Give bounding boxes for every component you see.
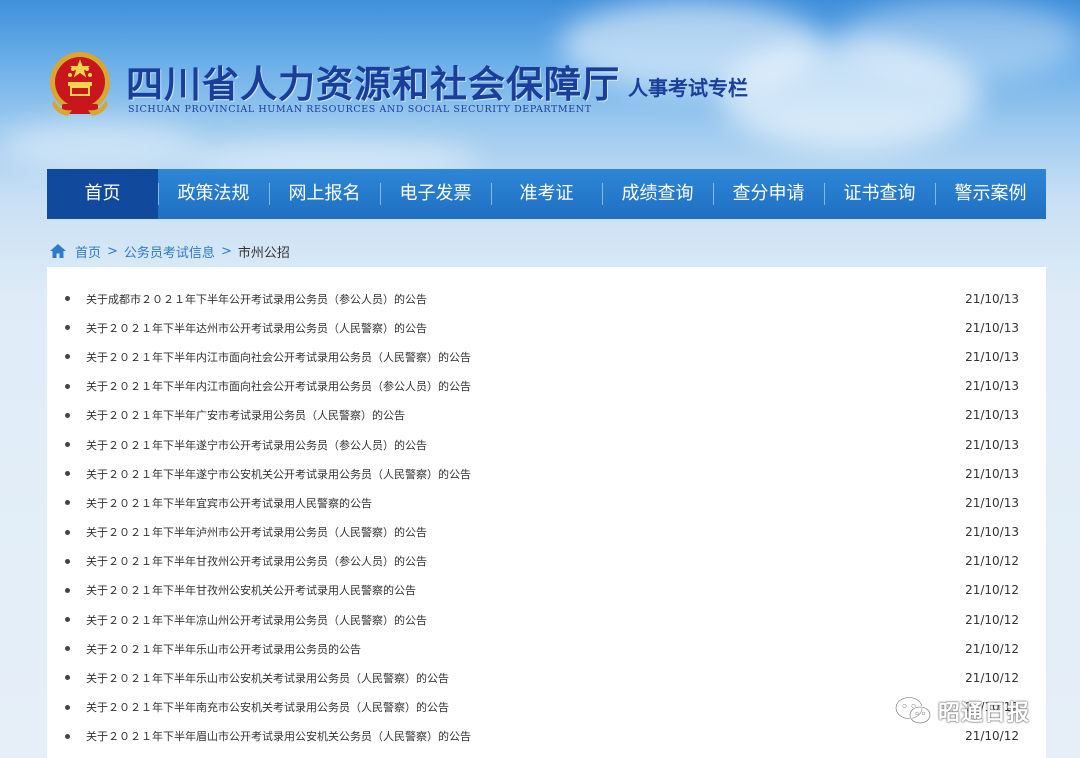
list-item: 关于２０２１年下半年乐山市公安机关考试录用公务员（人民警察）的公告 21/10/1…	[47, 663, 1046, 692]
announcement-date: 21/10/13	[965, 525, 1019, 540]
nav-item-score-review[interactable]: 查分申请	[713, 169, 824, 219]
announcement-panel: 关于成都市２０２１年下半年公开考试录用公务员（参公人员）的公告 21/10/13 …	[47, 267, 1046, 758]
announcement-date: 21/10/13	[965, 349, 1019, 364]
breadcrumb: 首页 > 公务员考试信息 > 市州公招	[50, 240, 290, 262]
bullet-icon	[65, 558, 70, 564]
announcement-link[interactable]: 关于２０２１年下半年甘孜州公安机关公开考试录用人民警察的公告	[86, 582, 416, 598]
nav-item-certificate-query[interactable]: 证书查询	[824, 169, 935, 219]
bullet-icon	[65, 675, 70, 681]
main-nav: 首页 政策法规 网上报名 电子发票 准考证 成绩查询 查分申请 证书查询 警示案…	[47, 169, 1046, 219]
watermark: 昭通日报	[894, 694, 1030, 728]
bullet-icon	[65, 296, 70, 301]
nav-item-warning-cases[interactable]: 警示案例	[935, 169, 1046, 219]
announcement-link[interactable]: 关于２０２１年下半年泸州市公开考试录用公务员（人民警察）的公告	[86, 524, 427, 540]
announcement-date: 21/10/12	[965, 641, 1019, 656]
bullet-icon	[65, 646, 70, 652]
sky-cloud	[0, 120, 200, 170]
announcement-link[interactable]: 关于２０２１年下半年凉山州公开考试录用公务员（人民警察）的公告	[86, 612, 427, 628]
nav-item-admission-ticket[interactable]: 准考证	[491, 169, 602, 219]
announcement-date: 21/10/12	[965, 612, 1019, 627]
announcement-link[interactable]: 关于２０２１年下半年遂宁市公开考试录用公务员（参公人员）的公告	[86, 437, 427, 453]
announcement-link[interactable]: 关于２０２１年下半年遂宁市公安机关公开考试录用公务员（人民警察）的公告	[86, 466, 471, 482]
section-title: 人事考试专栏	[628, 76, 748, 100]
announcement-date: 21/10/13	[965, 466, 1019, 481]
sky-cloud	[840, 0, 1080, 80]
bullet-icon	[65, 704, 70, 710]
announcement-date: 21/10/13	[965, 291, 1019, 306]
nav-item-score-query[interactable]: 成绩查询	[602, 169, 713, 219]
announcement-link[interactable]: 关于成都市２０２１年下半年公开考试录用公务员（参公人员）的公告	[86, 291, 427, 307]
list-item: 关于２０２１年下半年遂宁市公开考试录用公务员（参公人员）的公告 21/10/13	[47, 430, 1046, 459]
list-item: 关于２０２１年下半年凉山州公开考试录用公务员（人民警察）的公告 21/10/12	[47, 605, 1046, 634]
bullet-icon	[65, 587, 70, 593]
page: 四川省人力资源和社会保障厅 SICHUAN PROVINCIAL HUMAN R…	[0, 0, 1080, 758]
site-subtitle: SICHUAN PROVINCIAL HUMAN RESOURCES AND S…	[128, 104, 592, 115]
nav-item-online-registration[interactable]: 网上报名	[269, 169, 380, 219]
announcement-link[interactable]: 关于２０２１年下半年南充市公安机关考试录用公务员（人民警察）的公告	[86, 699, 449, 715]
wechat-icon	[894, 696, 932, 725]
watermark-text: 昭通日报	[938, 701, 1031, 726]
nav-item-e-invoice[interactable]: 电子发票	[380, 169, 491, 219]
announcement-link[interactable]: 关于２０２１年下半年眉山市公开考试录用公安机关公务员（人民警察）的公告	[86, 728, 471, 744]
list-item: 关于２０２１年下半年内江市面向社会公开考试录用公务员（参公人员）的公告 21/10…	[47, 372, 1046, 401]
bullet-icon	[65, 471, 70, 477]
announcement-link[interactable]: 关于２０２１年下半年广安市考试录用公务员（人民警察）的公告	[86, 407, 405, 423]
announcement-date: 21/10/12	[965, 554, 1019, 569]
bullet-icon	[65, 412, 70, 418]
breadcrumb-separator: >	[220, 243, 232, 259]
announcement-date: 21/10/13	[965, 320, 1019, 335]
list-item: 关于２０２１年下半年宜宾市公开考试录用人民警察的公告 21/10/13	[47, 488, 1046, 517]
bullet-icon	[65, 325, 70, 331]
announcement-date: 21/10/12	[965, 671, 1019, 686]
announcement-date: 21/10/13	[965, 495, 1019, 510]
announcement-link[interactable]: 关于２０２１年下半年乐山市公开考试录用公务员的公告	[86, 641, 361, 657]
announcement-date: 21/10/13	[965, 408, 1019, 423]
bullet-icon	[65, 733, 70, 739]
list-item: 关于２０２１年下半年达州市公开考试录用公务员（人民警察）的公告 21/10/13	[47, 313, 1046, 342]
breadcrumb-home-link[interactable]: 首页	[75, 242, 101, 261]
bullet-icon	[65, 354, 70, 360]
announcement-list: 关于成都市２０２１年下半年公开考试录用公务员（参公人员）的公告 21/10/13 …	[47, 284, 1046, 751]
nav-item-policy[interactable]: 政策法规	[158, 169, 269, 219]
bullet-icon	[65, 529, 70, 535]
list-item: 关于２０２１年下半年泸州市公开考试录用公务员（人民警察）的公告 21/10/13	[47, 518, 1046, 547]
list-item: 关于２０２１年下半年广安市考试录用公务员（人民警察）的公告 21/10/13	[47, 401, 1046, 430]
list-item: 关于２０２１年下半年甘孜州公开考试录用公务员（参公人员）的公告 21/10/12	[47, 547, 1046, 576]
nav-item-home[interactable]: 首页	[47, 169, 158, 219]
list-item: 关于２０２１年下半年乐山市公开考试录用公务员的公告 21/10/12	[47, 634, 1046, 663]
home-icon	[50, 244, 66, 258]
list-item: 关于２０２１年下半年甘孜州公安机关公开考试录用人民警察的公告 21/10/12	[47, 576, 1046, 605]
breadcrumb-parent-link[interactable]: 公务员考试信息	[124, 242, 215, 261]
announcement-link[interactable]: 关于２０２１年下半年宜宾市公开考试录用人民警察的公告	[86, 495, 372, 511]
breadcrumb-current: 市州公招	[237, 245, 290, 261]
bullet-icon	[65, 383, 70, 389]
announcement-link[interactable]: 关于２０２１年下半年内江市面向社会公开考试录用公务员（人民警察）的公告	[86, 349, 471, 365]
announcement-link[interactable]: 关于２０２１年下半年内江市面向社会公开考试录用公务员（参公人员）的公告	[86, 378, 471, 394]
site-title: 四川省人力资源和社会保障厅	[126, 62, 620, 106]
announcement-link[interactable]: 关于２０２１年下半年甘孜州公开考试录用公务员（参公人员）的公告	[86, 553, 427, 569]
breadcrumb-separator: >	[107, 243, 118, 259]
list-item: 关于２０２１年下半年遂宁市公安机关公开考试录用公务员（人民警察）的公告 21/10…	[47, 459, 1046, 488]
list-item: 关于成都市２０２１年下半年公开考试录用公务员（参公人员）的公告 21/10/13	[47, 284, 1046, 313]
announcement-date: 21/10/13	[965, 379, 1019, 394]
announcement-date: 21/10/13	[965, 437, 1019, 452]
announcement-date: 21/10/12	[965, 583, 1019, 598]
list-item: 关于２０２１年下半年内江市面向社会公开考试录用公务员（人民警察）的公告 21/10…	[47, 342, 1046, 371]
announcement-date: 21/10/12	[965, 729, 1019, 744]
announcement-link[interactable]: 关于２０２１年下半年乐山市公安机关考试录用公务员（人民警察）的公告	[86, 670, 449, 686]
bullet-icon	[65, 441, 70, 447]
bullet-icon	[65, 500, 70, 506]
announcement-link[interactable]: 关于２０２１年下半年达州市公开考试录用公务员（人民警察）的公告	[86, 320, 427, 336]
bullet-icon	[65, 617, 70, 623]
national-emblem-icon	[50, 52, 110, 116]
